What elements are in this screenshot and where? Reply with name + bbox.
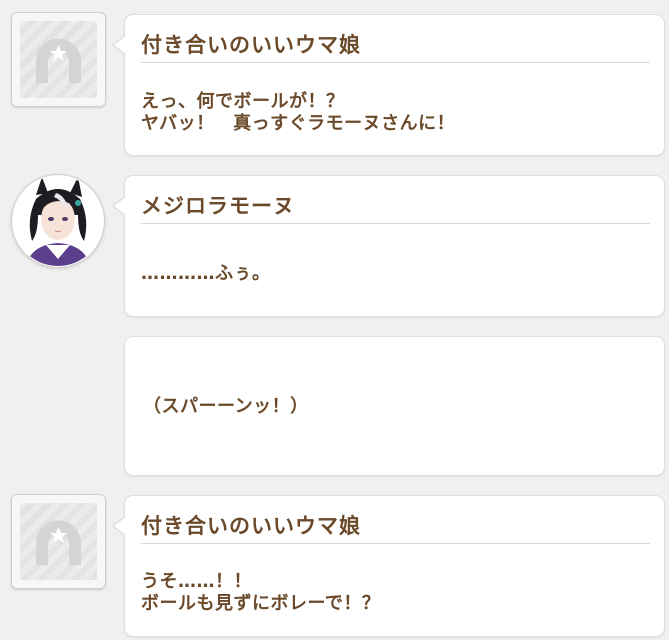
bubble-tail xyxy=(112,516,126,536)
bubble-tail xyxy=(112,35,126,55)
narration-bubble[interactable]: （スパーーンッ！） xyxy=(124,336,665,476)
speaker-name: 付き合いのいいウマ娘 xyxy=(141,33,361,57)
avatar xyxy=(11,12,106,107)
horseshoe-placeholder-icon xyxy=(36,38,81,83)
divider xyxy=(141,543,650,544)
message-text: …………ふぅ。 xyxy=(141,263,271,284)
dialogue-bubble[interactable]: 付き合いのいいウマ娘 うそ……！！ ボールも見ずにボレーで！？ xyxy=(112,495,665,637)
avatar xyxy=(11,494,106,589)
dialogue-bubble[interactable]: 付き合いのいいウマ娘 えっ、何でボールが！？ ヤバッ！ 真っすぐラモーヌさんに！ xyxy=(112,14,665,156)
message-text: （スパーーンッ！） xyxy=(143,396,309,417)
speaker-name: 付き合いのいいウマ娘 xyxy=(141,514,361,538)
divider xyxy=(141,223,650,224)
placeholder-background xyxy=(20,21,97,98)
message-text: えっ、何でボールが！？ ヤバッ！ 真っすぐラモーヌさんに！ xyxy=(141,91,456,134)
avatar xyxy=(11,174,105,268)
dialogue-bubble[interactable]: メジロラモーヌ …………ふぅ。 xyxy=(112,175,665,317)
horseshoe-placeholder-icon xyxy=(36,520,81,565)
mejiro-ramonu-portrait xyxy=(13,176,103,266)
speaker-name: メジロラモーヌ xyxy=(141,194,295,218)
placeholder-background xyxy=(20,503,97,580)
bubble-tail xyxy=(112,196,126,216)
divider xyxy=(141,62,650,63)
message-text: うそ……！！ ボールも見ずにボレーで！？ xyxy=(141,571,381,614)
